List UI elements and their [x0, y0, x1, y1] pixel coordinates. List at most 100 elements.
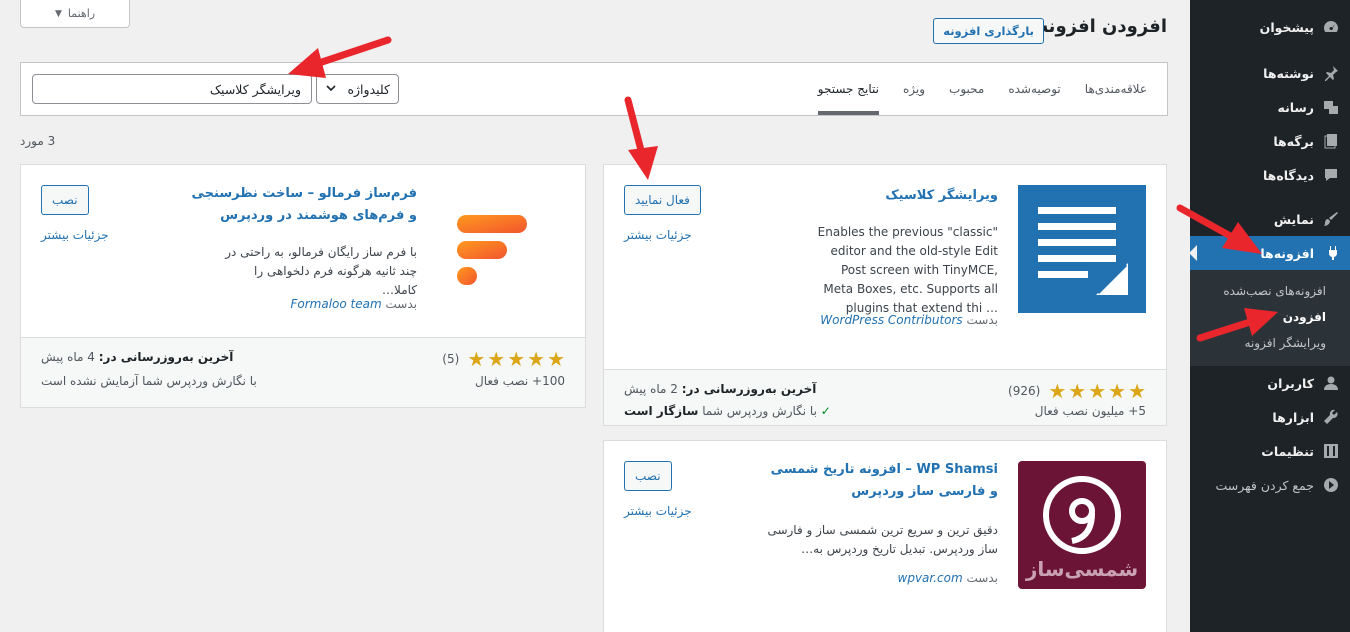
document-icon [1038, 207, 1128, 295]
help-button[interactable]: راهنما ▼ [20, 0, 130, 28]
sidebar-item-label: برگه‌ها [1273, 133, 1314, 149]
tab-favorites[interactable]: علاقه‌مندی‌ها [1085, 63, 1147, 115]
plugin-card-wp-shamsi: شمسی‌ساز WP Shamsi – افزونه تاریخ شمسی و… [603, 440, 1167, 632]
sidebar-item-pages[interactable]: برگه‌ها [1190, 124, 1350, 158]
author-link[interactable]: Formaloo team [291, 297, 382, 311]
sidebar-item-posts[interactable]: نوشته‌ها [1190, 56, 1350, 90]
filter-tabs: نتایج جستجو ویژه محبوب توصیه‌شده علاقه‌م… [817, 63, 1147, 115]
sidebar-item-settings[interactable]: تنظیمات [1190, 434, 1350, 468]
last-updated-value: 2 ماه پیش [624, 382, 678, 396]
sidebar-item-label: ابزارها [1272, 409, 1314, 425]
sidebar-item-users[interactable]: کاربران [1190, 366, 1350, 400]
plugins-submenu: افزونه‌های نصب‌شده افزودن ویرایشگر افزون… [1190, 270, 1350, 366]
sidebar-item-comments[interactable]: دیدگاه‌ها [1190, 158, 1350, 192]
plugin-author: بدست Formaloo team [291, 297, 418, 311]
sidebar-item-plugins[interactable]: افزونه‌ها [1189, 236, 1350, 270]
sidebar-item-tools[interactable]: ابزارها [1190, 400, 1350, 434]
star-icon: ★ [467, 347, 486, 371]
sidebar-item-media[interactable]: رسانه [1190, 90, 1350, 124]
sidebar-collapse-menu[interactable]: جمع کردن فهرست [1190, 468, 1350, 502]
wp-shamsi-logo: شمسی‌ساز [1018, 461, 1146, 589]
plugins-icon [1322, 244, 1340, 262]
more-details-link[interactable]: جزئیات بیشتر [624, 504, 692, 518]
plugin-description: با فرم ساز رایگان فرمالو، به راحتی در چن… [225, 245, 417, 297]
tools-icon [1322, 408, 1340, 426]
compat-prefix: با نگارش وردپرس شما [702, 404, 817, 418]
by-label: بدست [966, 313, 998, 327]
star-icon: ★ [1048, 379, 1067, 403]
star-icon: ★ [487, 347, 506, 371]
search-input[interactable] [32, 74, 312, 104]
plugin-card-formaloo: فرم‌ساز فرمالو – ساخت نظرسنجی و فرم‌های … [20, 164, 586, 408]
classic-editor-logo [1018, 185, 1146, 313]
logo-text: شمسی‌ساز [1025, 557, 1139, 581]
sidebar-item-appearance[interactable]: نمایش [1190, 202, 1350, 236]
tab-recommended[interactable]: توصیه‌شده [1008, 63, 1060, 115]
star-icon: ★ [1108, 379, 1127, 403]
sidebar-item-label: نمایش [1273, 211, 1314, 227]
filter-bar: نتایج جستجو ویژه محبوب توصیه‌شده علاقه‌م… [20, 62, 1168, 116]
caret-down-icon: ▼ [54, 8, 62, 19]
sidebar-item-label: تنظیمات [1261, 443, 1314, 459]
rating: ★ ★ ★ ★ ★ (5) [442, 347, 565, 371]
plugin-name-link[interactable]: فرم‌ساز فرمالو – ساخت نظرسنجی و فرم‌های … [187, 183, 417, 227]
formaloo-logo [437, 185, 565, 313]
tab-popular[interactable]: محبوب [949, 63, 984, 115]
star-icon: ★ [1128, 379, 1146, 403]
plugin-name-link[interactable]: ویرایشگر کلاسیک [798, 185, 998, 207]
dashboard-icon [1322, 18, 1340, 36]
plugin-description: Enables the previous "classic" editor an… [817, 225, 998, 315]
plugin-description: دقیق ترین و سریع ترین شمسی ساز و فارسی س… [767, 523, 998, 556]
star-icon: ★ [527, 347, 546, 371]
star-icon: ★ [1088, 379, 1107, 403]
sidebar-item-label: نوشته‌ها [1263, 65, 1314, 81]
tab-search-results[interactable]: نتایج جستجو [817, 63, 879, 115]
active-installs: 5+ میلیون نصب فعال [1034, 404, 1146, 418]
submenu-installed-plugins[interactable]: افزونه‌های نصب‌شده [1190, 278, 1350, 304]
sidebar-item-label: جمع کردن فهرست [1215, 477, 1314, 493]
submenu-add-new[interactable]: افزودن [1190, 304, 1350, 330]
star-icon: ★ [547, 347, 565, 371]
chevron-down-icon [325, 82, 337, 97]
sidebar-item-label: رسانه [1277, 99, 1314, 115]
last-updated-label: آخرین به‌روزرسانی در: [681, 382, 817, 396]
author-link[interactable]: WordPress Contributors [820, 313, 962, 327]
search-type-select[interactable]: کلیدواژه [316, 74, 399, 104]
by-label: بدست [385, 297, 417, 311]
tab-featured[interactable]: ویژه [903, 63, 925, 115]
comment-icon [1322, 166, 1340, 184]
submenu-plugin-editor[interactable]: ویرایشگر افزونه [1190, 330, 1350, 356]
active-installs: 100+ نصب فعال [474, 374, 565, 388]
install-button[interactable]: نصب [41, 185, 89, 215]
settings-icon [1322, 442, 1340, 460]
activate-button[interactable]: فعال نمایید [624, 185, 701, 215]
sidebar-item-label: کاربران [1267, 375, 1314, 391]
collapse-icon [1322, 476, 1340, 494]
last-updated: آخرین به‌روزرسانی در: 2 ماه پیش [624, 382, 816, 396]
star-icon: ★ [1068, 379, 1087, 403]
plugin-name-link[interactable]: WP Shamsi – افزونه تاریخ شمسی و فارسی سا… [768, 459, 998, 503]
sidebar-item-label: پیشخوان [1259, 19, 1314, 35]
page-title: افزودن افزونه [1037, 16, 1167, 37]
plugin-author: بدست wpvar.com [898, 571, 998, 585]
compatibility: با نگارش وردپرس شما آزمایش نشده است [41, 374, 257, 388]
more-details-link[interactable]: جزئیات بیشتر [41, 228, 109, 242]
admin-sidebar: پیشخوان نوشته‌ها رسانه برگه‌ها دیدگاه‌ها… [1189, 0, 1350, 632]
pin-icon [1322, 64, 1340, 82]
appearance-icon [1322, 210, 1340, 228]
compatibility: ✓ با نگارش وردپرس شما سازگار است [624, 404, 831, 418]
by-label: بدست [966, 571, 998, 585]
install-button[interactable]: نصب [624, 461, 672, 491]
rating: ★ ★ ★ ★ ★ (926) [1008, 379, 1146, 403]
rating-count: (5) [442, 352, 460, 366]
rating-count: (926) [1008, 384, 1041, 398]
sidebar-item-label: افزونه‌ها [1260, 245, 1314, 261]
media-icon [1322, 98, 1340, 116]
compat-text: با نگارش وردپرس شما آزمایش نشده است [41, 374, 257, 388]
plugin-author: بدست WordPress Contributors [820, 313, 998, 327]
upload-plugin-button[interactable]: بارگذاری افزونه [933, 18, 1044, 44]
more-details-link[interactable]: جزئیات بیشتر [624, 228, 692, 242]
author-link[interactable]: wpvar.com [898, 571, 963, 585]
users-icon [1322, 374, 1340, 392]
sidebar-item-dashboard[interactable]: پیشخوان [1190, 10, 1350, 44]
